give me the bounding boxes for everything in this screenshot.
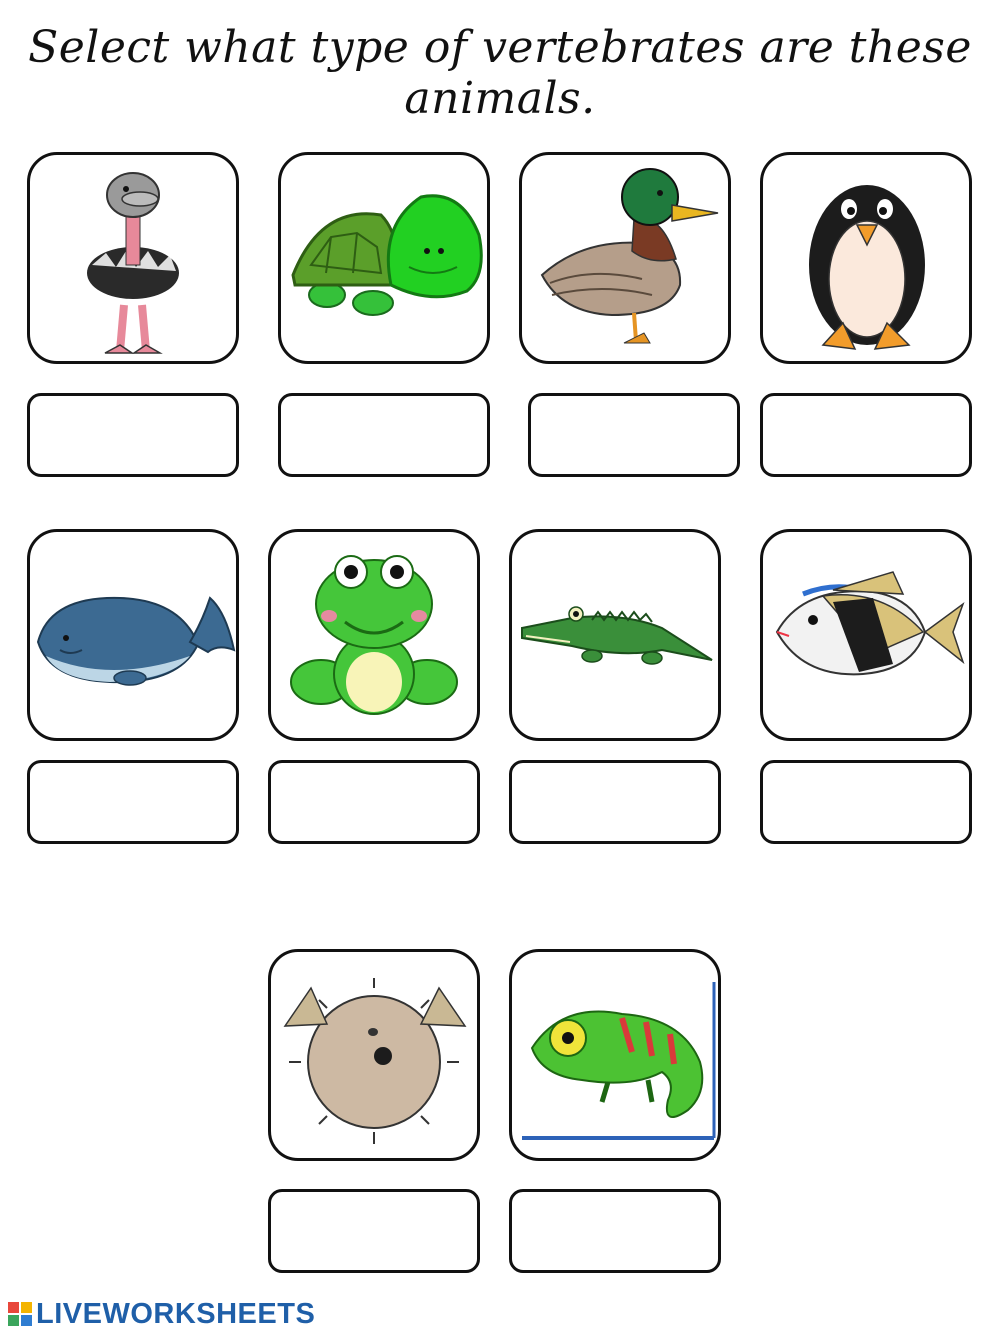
answer-box-penguin[interactable] <box>760 393 972 477</box>
answer-box-crocodile[interactable] <box>509 760 721 844</box>
answer-box-whale[interactable] <box>27 760 239 844</box>
turtle-card <box>278 152 490 364</box>
liveworksheets-logo-icon <box>8 1302 32 1326</box>
footer-brand: LIVEWORKSHEETS <box>8 1294 315 1334</box>
whale-card <box>27 529 239 741</box>
answer-box-duck[interactable] <box>528 393 740 477</box>
penguin-picture <box>809 185 925 350</box>
chameleon-picture <box>522 982 716 1140</box>
duck-picture <box>540 168 719 344</box>
turtle-picture <box>291 194 483 316</box>
answer-box-chameleon[interactable] <box>509 1189 721 1273</box>
frog-picture <box>290 555 458 715</box>
penguin-card <box>760 152 972 364</box>
fish-picture <box>775 571 965 676</box>
frog-card <box>268 529 480 741</box>
answer-box-frog[interactable] <box>268 760 480 844</box>
duck-card <box>519 152 731 364</box>
instruction-title: Select what type of vertebrates are thes… <box>28 22 972 124</box>
chameleon-card <box>509 949 721 1161</box>
answer-box-turtle[interactable] <box>278 393 490 477</box>
answer-box-fish[interactable] <box>760 760 972 844</box>
whale-picture <box>36 596 236 686</box>
ostrich-picture <box>87 172 179 354</box>
crocodile-picture <box>521 606 713 665</box>
answer-box-ostrich[interactable] <box>27 393 239 477</box>
ostrich-card <box>27 152 239 364</box>
pufferfish-card <box>268 949 480 1161</box>
pufferfish-picture <box>283 978 467 1144</box>
brand-name: LIVEWORKSHEETS <box>36 1297 316 1330</box>
crocodile-card <box>509 529 721 741</box>
answer-box-pufferfish[interactable] <box>268 1189 480 1273</box>
fish-card <box>760 529 972 741</box>
